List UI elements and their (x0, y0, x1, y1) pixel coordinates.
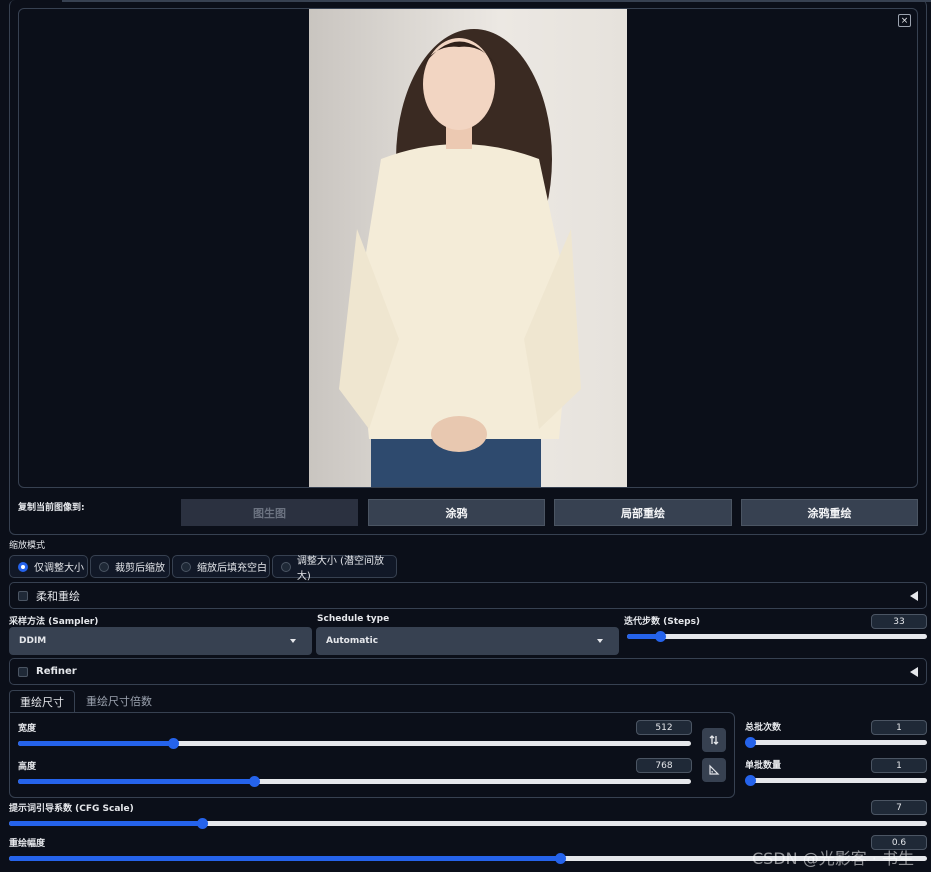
resize-option-just-resize[interactable]: 仅调整大小 (9, 555, 88, 578)
chevron-down-icon (597, 639, 603, 643)
soft-inpainting-accordion[interactable]: 柔和重绘 (9, 582, 927, 609)
batch-count-number-input[interactable]: 1 (871, 720, 927, 735)
swap-arrows-icon (709, 735, 719, 745)
dropdown-value: Automatic (326, 636, 379, 646)
width-number-input[interactable]: 512 (636, 720, 692, 735)
radio-label: 调整大小 (潜空间放大) (296, 555, 384, 582)
cfg-scale-slider[interactable] (9, 818, 927, 829)
schedule-type-dropdown[interactable]: Automatic (316, 627, 619, 655)
height-label: 高度 (18, 762, 37, 772)
slider-fill (18, 779, 254, 784)
slider-thumb[interactable] (745, 737, 756, 748)
generated-image[interactable] (309, 9, 627, 487)
soft-inpainting-checkbox[interactable] (18, 590, 28, 601)
radio-label: 裁剪后缩放 (115, 563, 165, 574)
batch-size-number-input[interactable]: 1 (871, 758, 927, 773)
ruler-triangle-icon (709, 764, 720, 775)
resize-option-latent-upscale[interactable]: 调整大小 (潜空间放大) (272, 555, 397, 582)
batch-size-label: 单批数量 (745, 761, 782, 771)
width-label: 宽度 (18, 724, 37, 734)
height-slider[interactable] (18, 776, 691, 787)
sampler-dropdown[interactable]: DDIM (9, 627, 312, 655)
batch-count-slider[interactable] (745, 737, 927, 748)
radio-unselected-icon (281, 561, 291, 572)
collapse-triangle-icon[interactable] (910, 667, 918, 677)
watermark-text: CSDN @光影客 · 书生 (752, 849, 914, 868)
schedule-type-label: Schedule type (317, 614, 390, 624)
denoising-strength-label: 重绘幅度 (9, 839, 46, 849)
close-image-button[interactable]: × (898, 14, 911, 27)
slider-thumb[interactable] (167, 738, 179, 749)
radio-label: 仅调整大小 (34, 563, 84, 574)
tab-resize-to[interactable]: 重绘尺寸 (9, 690, 75, 712)
accordion-label: Refiner (36, 666, 77, 677)
width-slider[interactable] (18, 738, 691, 749)
radio-label: 缩放后填充空白 (197, 563, 267, 574)
refiner-checkbox[interactable] (18, 666, 28, 677)
resize-option-crop-resize[interactable]: 裁剪后缩放 (90, 555, 170, 578)
slider-thumb[interactable] (196, 818, 208, 829)
slider-thumb[interactable] (655, 631, 666, 642)
radio-selected-icon (18, 561, 28, 572)
refiner-accordion[interactable]: Refiner (9, 658, 927, 685)
resize-option-resize-fill[interactable]: 缩放后填充空白 (172, 555, 270, 578)
send-to-inpaint-button[interactable]: 局部重绘 (554, 499, 732, 526)
steps-label: 迭代步数 (Steps) (624, 617, 701, 627)
batch-size-slider[interactable] (745, 775, 927, 786)
slider-fill (9, 856, 560, 861)
collapse-triangle-icon[interactable] (910, 591, 918, 601)
radio-unselected-icon (99, 561, 109, 572)
cfg-scale-label: 提示词引导系数 (CFG Scale) (9, 804, 134, 814)
slider-thumb[interactable] (745, 775, 756, 786)
copy-to-label: 复制当前图像到: (18, 503, 85, 513)
close-icon: × (900, 15, 909, 26)
slider-fill (18, 741, 173, 746)
send-to-img2img-button[interactable]: 图生图 (181, 499, 358, 526)
batch-count-label: 总批次数 (745, 723, 782, 733)
sampler-label: 采样方法 (Sampler) (9, 617, 99, 627)
dropdown-value: DDIM (19, 636, 47, 646)
slider-fill (9, 821, 202, 826)
size-panel (9, 712, 735, 798)
height-number-input[interactable]: 768 (636, 758, 692, 773)
cfg-scale-number-input[interactable]: 7 (871, 800, 927, 815)
auto-size-button[interactable] (702, 758, 726, 782)
radio-unselected-icon (181, 561, 191, 572)
chevron-down-icon (290, 639, 296, 643)
tab-resize-by[interactable]: 重绘尺寸倍数 (79, 690, 159, 712)
accordion-label: 柔和重绘 (36, 589, 80, 603)
send-to-inpaint-sketch-button[interactable]: 涂鸦重绘 (741, 499, 918, 526)
steps-number-input[interactable]: 33 (871, 614, 927, 629)
resize-mode-label: 缩放模式 (9, 541, 46, 551)
slider-thumb[interactable] (248, 776, 260, 787)
swap-dimensions-button[interactable] (702, 728, 726, 752)
slider-thumb[interactable] (554, 853, 566, 864)
send-to-sketch-button[interactable]: 涂鸦 (368, 499, 545, 526)
steps-slider[interactable] (627, 631, 927, 642)
